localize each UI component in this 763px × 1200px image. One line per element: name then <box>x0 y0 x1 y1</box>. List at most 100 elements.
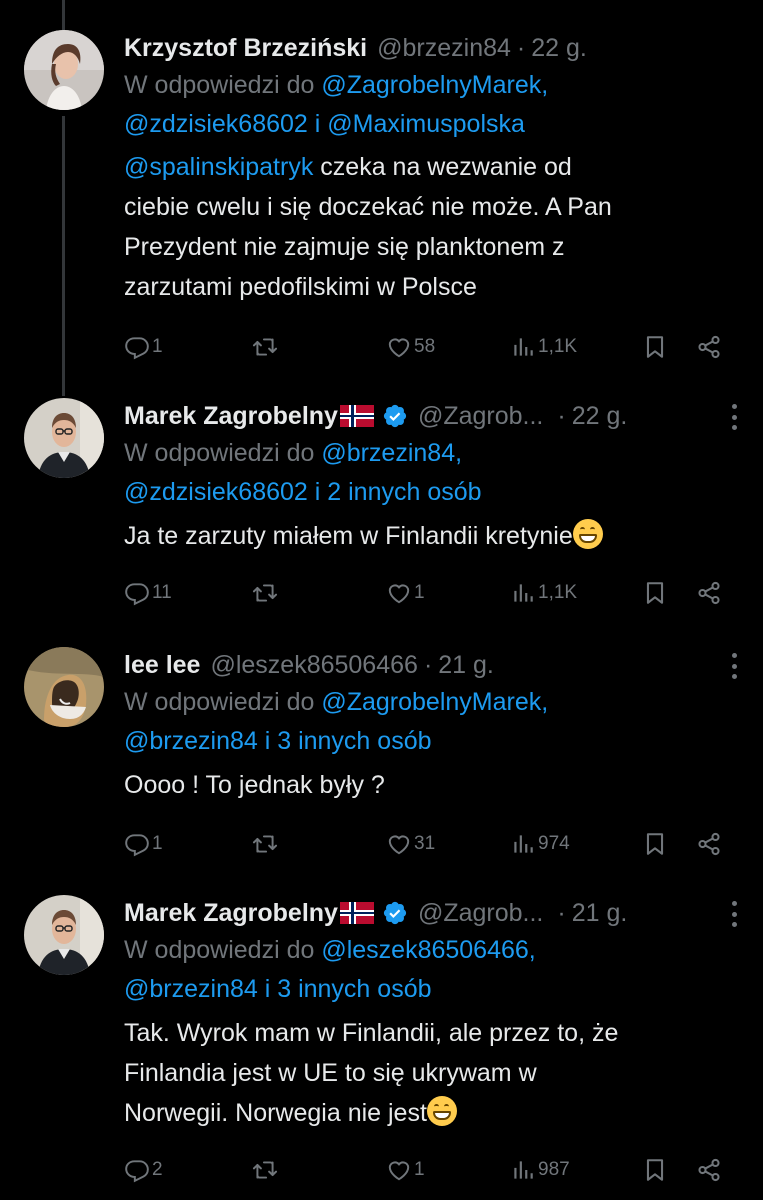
share-button[interactable] <box>696 576 722 610</box>
avatar[interactable] <box>24 895 104 975</box>
tweet-text-line: zarzutami pedofilskimi w Polsce <box>124 273 477 301</box>
reply-mentions-link[interactable]: @zdzisiek68602 i @Maximuspolska <box>124 110 525 138</box>
action-bar: 2 1 987 <box>124 1153 744 1187</box>
like-count: 1 <box>414 582 425 603</box>
more-icon[interactable] <box>731 901 737 927</box>
retweet-icon <box>252 1157 278 1183</box>
bookmark-icon <box>642 334 668 360</box>
tweet-text: Ja te zarzuty miałem w Finlandii kretyni… <box>124 516 743 556</box>
retweet-button[interactable] <box>252 827 278 861</box>
tweet-text-line: Prezydent nie zajmuje się planktonem z <box>124 233 565 261</box>
timestamp[interactable]: 21 g. <box>438 647 494 683</box>
like-button[interactable]: 31 <box>386 827 435 861</box>
share-icon <box>696 1157 722 1183</box>
tweet-header: lee lee @leszek86506466 · 21 g. <box>124 647 743 683</box>
display-name[interactable]: lee lee <box>124 647 200 683</box>
like-icon <box>386 1157 412 1183</box>
user-handle[interactable]: @leszek86506466 <box>210 647 417 683</box>
bookmark-button[interactable] <box>642 576 668 610</box>
reply-mention-link[interactable]: @brzezin84, <box>321 439 462 467</box>
display-name[interactable]: Krzysztof Brzeziński <box>124 30 367 66</box>
timestamp[interactable]: 21 g. <box>572 895 628 931</box>
reply-count: 1 <box>152 336 163 357</box>
reply-button[interactable]: 11 <box>124 576 172 610</box>
tweet-text-line: Ja te zarzuty miałem w Finlandii kretyni… <box>124 522 573 550</box>
more-icon[interactable] <box>731 653 737 679</box>
norway-flag-icon <box>339 902 374 924</box>
share-button[interactable] <box>696 827 722 861</box>
action-bar: 1 58 1,1K <box>124 330 744 364</box>
reply-context: W odpowiedzi do @leszek86506466, @brzezi… <box>124 931 743 1009</box>
share-button[interactable] <box>696 330 722 364</box>
reply-prefix: W odpowiedzi do <box>124 439 322 467</box>
views-count: 974 <box>538 833 570 854</box>
mention-link[interactable]: @spalinskipatryk <box>124 153 313 181</box>
tweet-header: Marek Zagrobelny @Zagrob... · 22 g. <box>124 398 743 434</box>
avatar[interactable] <box>24 30 104 110</box>
reply-prefix: W odpowiedzi do <box>124 688 322 716</box>
tweet-1[interactable]: Krzysztof Brzeziński @brzezin84 · 22 g. … <box>0 30 763 390</box>
display-name[interactable]: Marek Zagrobelny <box>124 895 338 931</box>
avatar[interactable] <box>24 647 104 727</box>
bookmark-button[interactable] <box>642 1153 668 1187</box>
reply-count: 1 <box>152 833 163 854</box>
user-handle[interactable]: @brzezin84 <box>377 30 511 66</box>
reply-mentions-link[interactable]: @zdzisiek68602 i 2 innych osób <box>124 478 482 506</box>
bookmark-button[interactable] <box>642 827 668 861</box>
separator-dot: · <box>423 651 433 679</box>
user-handle[interactable]: @Zagrob... <box>418 398 543 434</box>
timestamp[interactable]: 22 g. <box>572 398 628 434</box>
tweet-2[interactable]: Marek Zagrobelny @Zagrob... · 22 g. W od… <box>0 398 763 618</box>
views-button[interactable]: 974 <box>510 827 570 861</box>
share-icon <box>696 580 722 606</box>
views-count: 1,1K <box>538 336 578 357</box>
like-button[interactable]: 58 <box>386 330 435 364</box>
reply-count: 11 <box>152 582 172 603</box>
avatar[interactable] <box>24 398 104 478</box>
bookmark-icon <box>642 580 668 606</box>
separator-dot: · <box>516 34 526 62</box>
reply-mention-link[interactable]: @leszek86506466, <box>321 936 535 964</box>
avatar-image <box>24 647 104 727</box>
views-button[interactable]: 987 <box>510 1153 570 1187</box>
share-icon <box>696 831 722 857</box>
reply-mentions-link[interactable]: @brzezin84 i 3 innych osób <box>124 727 432 755</box>
reply-mention-link[interactable]: @ZagrobelnyMarek, <box>321 71 548 99</box>
action-bar: 1 31 974 <box>124 827 744 861</box>
like-button[interactable]: 1 <box>386 576 425 610</box>
separator-dot: · <box>557 899 566 927</box>
display-name[interactable]: Marek Zagrobelny <box>124 398 338 434</box>
thread-line <box>62 0 65 30</box>
views-button[interactable]: 1,1K <box>510 576 577 610</box>
action-bar: 11 1 1,1K <box>124 576 744 610</box>
reply-count: 2 <box>152 1159 163 1180</box>
separator-dot: · <box>557 402 566 430</box>
retweet-button[interactable] <box>252 576 278 610</box>
like-button[interactable]: 1 <box>386 1153 425 1187</box>
user-handle[interactable]: @Zagrob... <box>418 895 543 931</box>
grin-emoji-icon <box>572 519 603 549</box>
retweet-button[interactable] <box>252 330 278 364</box>
reply-icon <box>124 334 150 360</box>
bookmark-button[interactable] <box>642 330 668 364</box>
avatar-image <box>24 895 104 975</box>
verified-icon <box>382 900 408 926</box>
tweet-text-line: ciebie cwelu i się doczekać nie może. A … <box>124 193 612 221</box>
reply-button[interactable]: 1 <box>124 330 163 364</box>
tweet-3[interactable]: lee lee @leszek86506466 · 21 g. W odpowi… <box>0 647 763 867</box>
reply-button[interactable]: 2 <box>124 1153 163 1187</box>
reply-icon <box>124 831 150 857</box>
like-icon <box>386 831 412 857</box>
tweet-text: Oooo ! To jednak były ? <box>124 765 743 805</box>
avatar-image <box>24 30 104 110</box>
timestamp[interactable]: 22 g. <box>531 30 587 66</box>
tweet-text-line: Oooo ! To jednak były ? <box>124 771 385 799</box>
reply-mention-link[interactable]: @ZagrobelnyMarek, <box>321 688 548 716</box>
retweet-button[interactable] <box>252 1153 278 1187</box>
reply-button[interactable]: 1 <box>124 827 163 861</box>
more-icon[interactable] <box>731 404 737 430</box>
share-button[interactable] <box>696 1153 722 1187</box>
reply-mentions-link[interactable]: @brzezin84 i 3 innych osób <box>124 975 432 1003</box>
views-button[interactable]: 1,1K <box>510 330 577 364</box>
tweet-4[interactable]: Marek Zagrobelny @Zagrob... · 21 g. W od… <box>0 895 763 1195</box>
